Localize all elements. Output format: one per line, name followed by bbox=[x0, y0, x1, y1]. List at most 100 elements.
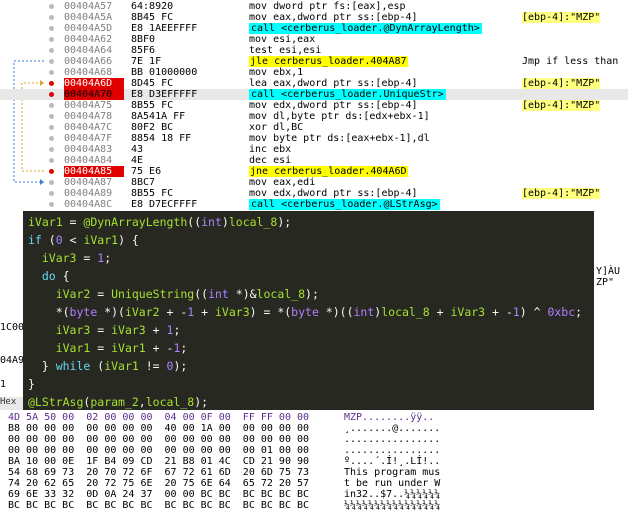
instruction-text: mov byte ptr ds:[eax+ebx-1],dl bbox=[249, 133, 430, 144]
hex-row[interactable]: BA 10 00 0E 1F B4 09 CD 21 B8 01 4C CD 2… bbox=[0, 456, 628, 467]
breakpoint-dot-icon[interactable] bbox=[49, 26, 54, 31]
decompiled-code-line: iVar1 = iVar1 + -1; bbox=[55, 341, 188, 355]
hex-ascii: This program mus bbox=[344, 467, 441, 478]
instruction-address: 00404A68 bbox=[64, 67, 113, 78]
breakpoint-dot-icon[interactable] bbox=[49, 103, 54, 108]
instruction-comment: Jmp if less than bbox=[522, 56, 619, 67]
disasm-row[interactable]: 00404A6D 8D45 FC lea eax,dword ptr ss:[ebp… bbox=[0, 78, 628, 89]
hex-bytes: 4D 5A 50 00 02 00 00 00 04 00 0F 00 FF F… bbox=[8, 412, 310, 423]
breakpoint-dot-icon[interactable] bbox=[49, 15, 54, 20]
instruction-text: inc ebx bbox=[249, 144, 292, 155]
breakpoint-dot-icon[interactable] bbox=[49, 147, 54, 152]
breakpoint-dot-icon[interactable] bbox=[49, 70, 54, 75]
breakpoint-dot-icon[interactable] bbox=[49, 92, 54, 97]
instruction-bytes: 8BF0 bbox=[131, 34, 156, 45]
disasm-row[interactable]: 00404A5A 8B45 FC mov eax,dword ptr ss:[ebp… bbox=[0, 12, 628, 23]
disasm-row[interactable]: 00404A62 8BF0 mov esi,eax bbox=[0, 34, 628, 45]
instruction-bytes: E8 D7ECFFFF bbox=[131, 199, 198, 210]
disasm-row[interactable]: 00404A8C E8 D7ECFFFF call <cerberus_loader… bbox=[0, 199, 628, 210]
instruction-text: mov eax,edi bbox=[249, 177, 316, 188]
hex-row[interactable]: B8 00 00 00 00 00 00 00 40 00 1A 00 00 0… bbox=[0, 423, 628, 434]
instruction-text: call <cerberus_loader.@LStrAsg> bbox=[249, 199, 440, 210]
instruction-bytes: 85F6 bbox=[131, 45, 156, 56]
disasm-row[interactable]: 00404A66 7E 1F jle cerberus_loader.404A87 J… bbox=[0, 56, 628, 67]
instruction-bytes: 8B55 FC bbox=[131, 100, 174, 111]
hex-ascii: ................ bbox=[344, 445, 441, 456]
disasm-row[interactable]: 00404A87 8BC7 mov eax,edi bbox=[0, 177, 628, 188]
hex-row[interactable]: 00 00 00 00 00 00 00 00 00 00 00 00 00 0… bbox=[0, 445, 628, 456]
instruction-text: xor dl,BC bbox=[249, 122, 304, 133]
disasm-row[interactable]: 00404A7C 80F2 BC xor dl,BC bbox=[0, 122, 628, 133]
breakpoint-dot-icon[interactable] bbox=[49, 4, 54, 9]
disasm-row[interactable]: 00404A89 8B55 FC mov edx,dword ptr ss:[ebp… bbox=[0, 188, 628, 199]
instruction-address: 00404A64 bbox=[64, 45, 113, 56]
decompiled-code-line: *(byte *)(iVar2 + -1 + iVar3) = *(byte *… bbox=[28, 305, 583, 319]
disasm-row[interactable]: 00404A75 8B55 FC mov edx,dword ptr ss:[ebp… bbox=[0, 100, 628, 111]
instruction-text: mov eax,dword ptr ss:[ebp-4] bbox=[249, 12, 418, 23]
decompiled-code-line: iVar2 = UniqueString((int *)&local_8); bbox=[55, 287, 319, 301]
breakpoint-dot-icon[interactable] bbox=[49, 191, 54, 196]
instruction-address: 00404A5D bbox=[64, 23, 113, 34]
decompiled-code-line: iVar3 = 1; bbox=[41, 251, 112, 265]
breakpoint-dot-icon[interactable] bbox=[49, 37, 54, 42]
breakpoint-dot-icon[interactable] bbox=[49, 180, 54, 185]
hex-bytes: 00 00 00 00 00 00 00 00 00 00 00 00 00 0… bbox=[8, 434, 310, 445]
instruction-address: 00404A7C bbox=[64, 122, 113, 133]
instruction-text: mov dl,byte ptr ds:[edx+ebx-1] bbox=[249, 111, 430, 122]
disassembly-view[interactable]: 00404A57 64:8920 mov dword ptr fs:[eax],es… bbox=[0, 0, 628, 212]
hex-ascii: ¼¼¼¼¼¼¼¼¼¼¼¼¼¼¼¼ bbox=[344, 500, 441, 511]
disasm-row[interactable]: 00404A70 E8 D3EFFFFF call <cerberus_loader… bbox=[0, 89, 628, 100]
hex-row[interactable]: 00 00 00 00 00 00 00 00 00 00 00 00 00 0… bbox=[0, 434, 628, 445]
instruction-address: 00404A6D bbox=[64, 78, 124, 89]
instruction-address: 00404A87 bbox=[64, 177, 113, 188]
breakpoint-dot-icon[interactable] bbox=[49, 158, 54, 163]
instruction-address: 00404A8C bbox=[64, 199, 113, 210]
hex-tab[interactable]: Hex bbox=[0, 397, 23, 410]
disasm-row[interactable]: 00404A78 8A541A FF mov dl,byte ptr ds:[edx… bbox=[0, 111, 628, 122]
hex-row[interactable]: 54 68 69 73 20 70 72 6F 67 72 61 6D 20 6… bbox=[0, 467, 628, 478]
instruction-address: 00404A75 bbox=[64, 100, 113, 111]
decompiled-code-line: iVar1 = @DynArrayLength((int)local_8); bbox=[28, 215, 292, 229]
instruction-text: dec esi bbox=[249, 155, 292, 166]
hex-row[interactable]: 69 6E 33 32 0D 0A 24 37 00 00 BC BC BC B… bbox=[0, 489, 628, 500]
disasm-row[interactable]: 00404A83 43 inc ebx bbox=[0, 144, 628, 155]
breakpoint-dot-icon[interactable] bbox=[49, 169, 54, 174]
breakpoint-dot-icon[interactable] bbox=[49, 81, 54, 86]
instruction-address: 00404A89 bbox=[64, 188, 113, 199]
left-panel-label-3: 1 bbox=[0, 379, 7, 390]
instruction-address: 00404A62 bbox=[64, 34, 113, 45]
hex-row[interactable]: 74 20 62 65 20 72 75 6E 20 75 6E 64 65 7… bbox=[0, 478, 628, 489]
instruction-comment: [ebp-4]:"MZP" bbox=[522, 188, 601, 199]
instruction-text: mov ebx,1 bbox=[249, 67, 304, 78]
instruction-text: mov edx,dword ptr ss:[ebp-4] bbox=[249, 188, 418, 199]
breakpoint-dot-icon[interactable] bbox=[49, 202, 54, 207]
hex-row[interactable]: BC BC BC BC BC BC BC BC BC BC BC BC BC B… bbox=[0, 500, 628, 511]
right-panel-label-1: Y]ÀU bbox=[596, 266, 621, 277]
disasm-row[interactable]: 00404A68 BB 01000000 mov ebx,1 bbox=[0, 67, 628, 78]
disasm-row[interactable]: 00404A84 4E dec esi bbox=[0, 155, 628, 166]
instruction-text: jle cerberus_loader.404A87 bbox=[249, 56, 408, 67]
breakpoint-dot-icon[interactable] bbox=[49, 125, 54, 130]
decompiled-code-line: } bbox=[28, 377, 35, 391]
disasm-row[interactable]: 00404A64 85F6 test esi,esi bbox=[0, 45, 628, 56]
hex-ascii: ¸.......@....... bbox=[344, 423, 441, 434]
instruction-address: 00404A5A bbox=[64, 12, 113, 23]
disasm-row[interactable]: 00404A85 75 E6 jne cerberus_loader.404A6D bbox=[0, 166, 628, 177]
decompiled-code-line: @LStrAsg(param_2,local_8); bbox=[28, 395, 209, 409]
instruction-bytes: 4E bbox=[131, 155, 144, 166]
breakpoint-dot-icon[interactable] bbox=[49, 114, 54, 119]
instruction-text: call <cerberus_loader.UniqueStr> bbox=[249, 89, 446, 100]
disasm-row[interactable]: 00404A5D E8 1AEEFFFF call <cerberus_loader… bbox=[0, 23, 628, 34]
hex-dump-view[interactable]: 4D 5A 50 00 02 00 00 00 04 00 0F 00 FF F… bbox=[0, 410, 628, 512]
breakpoint-dot-icon[interactable] bbox=[49, 59, 54, 64]
instruction-bytes: 8854 18 FF bbox=[131, 133, 192, 144]
hex-bytes: 69 6E 33 32 0D 0A 24 37 00 00 BC BC BC B… bbox=[8, 489, 310, 500]
breakpoint-dot-icon[interactable] bbox=[49, 48, 54, 53]
instruction-comment: [ebp-4]:"MZP" bbox=[522, 12, 601, 23]
disasm-row[interactable]: 00404A7F 8854 18 FF mov byte ptr ds:[eax+e… bbox=[0, 133, 628, 144]
hex-row[interactable]: 4D 5A 50 00 02 00 00 00 04 00 0F 00 FF F… bbox=[0, 412, 628, 423]
breakpoint-dot-icon[interactable] bbox=[49, 136, 54, 141]
instruction-bytes: 8B45 FC bbox=[131, 12, 174, 23]
instruction-text: call <cerberus_loader.@DynArrayLength> bbox=[249, 23, 482, 34]
disasm-row[interactable]: 00404A57 64:8920 mov dword ptr fs:[eax],es… bbox=[0, 1, 628, 12]
